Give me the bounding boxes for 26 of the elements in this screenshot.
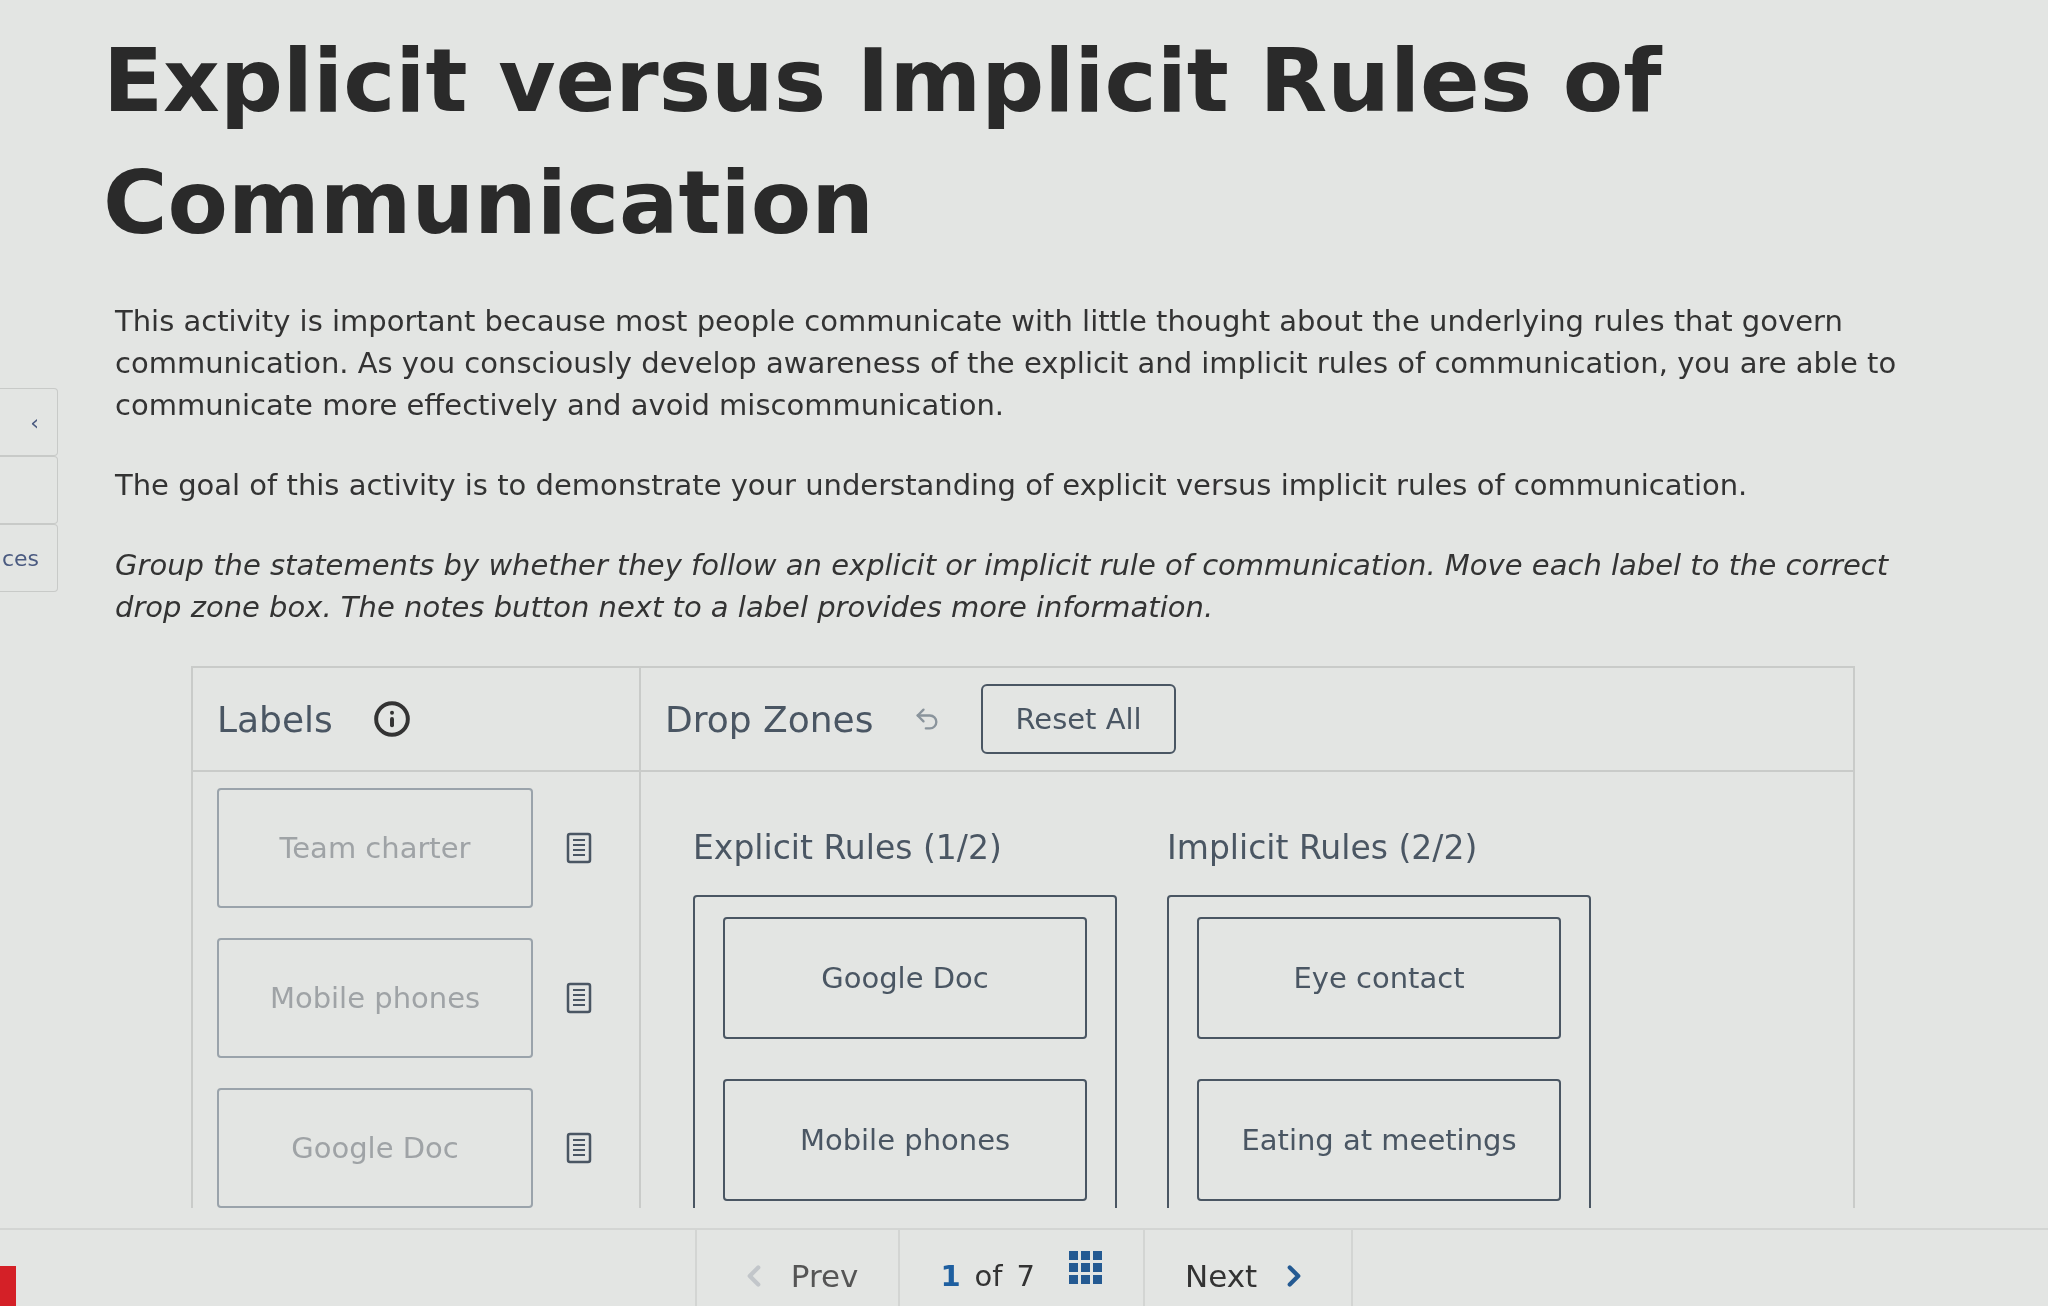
notes-icon[interactable]	[565, 1132, 593, 1164]
info-icon[interactable]	[372, 700, 411, 738]
instructions-text: Group the statements by whether they follow an explicit or implicit rule of communication. Move each label to the correct drop zone box. The notes button next to a label provides more information.	[115, 547, 1890, 626]
page-total: 7	[1016, 1258, 1035, 1295]
current-page: 1	[940, 1258, 961, 1295]
grid-icon[interactable]	[1069, 1251, 1103, 1285]
label-card[interactable]: Mobile phones	[723, 1079, 1087, 1201]
page-of-text: of	[974, 1258, 1003, 1295]
page-title: Explicit versus Implicit Rules of Communication	[103, 28, 1663, 256]
body-paragraph: The goal of this activity is to demonstrate your understanding of explicit versus implicit rules of communication.	[115, 467, 1749, 504]
drop-zone[interactable]: Eye contact Eating at meetings	[1167, 895, 1591, 1208]
side-tab[interactable]: ces	[0, 524, 58, 592]
label-card[interactable]: Eating at meetings	[1197, 1079, 1561, 1201]
next-button[interactable]: Next	[1185, 1246, 1312, 1306]
side-tab[interactable]: ‹	[0, 388, 58, 456]
zone-title: Implicit Rules (2/2)	[1167, 828, 1479, 867]
reset-all-button[interactable]: Reset All	[981, 684, 1176, 754]
labels-heading: Labels	[217, 698, 333, 740]
label-card[interactable]: Google Doc	[723, 917, 1087, 1039]
body-paragraph: This activity is important because most people communicate with little thought about the underlying rules that govern communication. As you consciously develop awareness of the explicit and implicit rules of communication, you are able to communicate more effectively and avoid miscommunication.	[115, 303, 1898, 424]
zone-title: Explicit Rules (1/2)	[693, 828, 1003, 867]
label-card[interactable]: Eye contact	[1197, 917, 1561, 1039]
corner-marker	[0, 1266, 16, 1306]
drop-zones-heading: Drop Zones	[665, 698, 874, 740]
notes-icon[interactable]	[565, 982, 593, 1014]
notes-icon[interactable]	[565, 832, 593, 864]
